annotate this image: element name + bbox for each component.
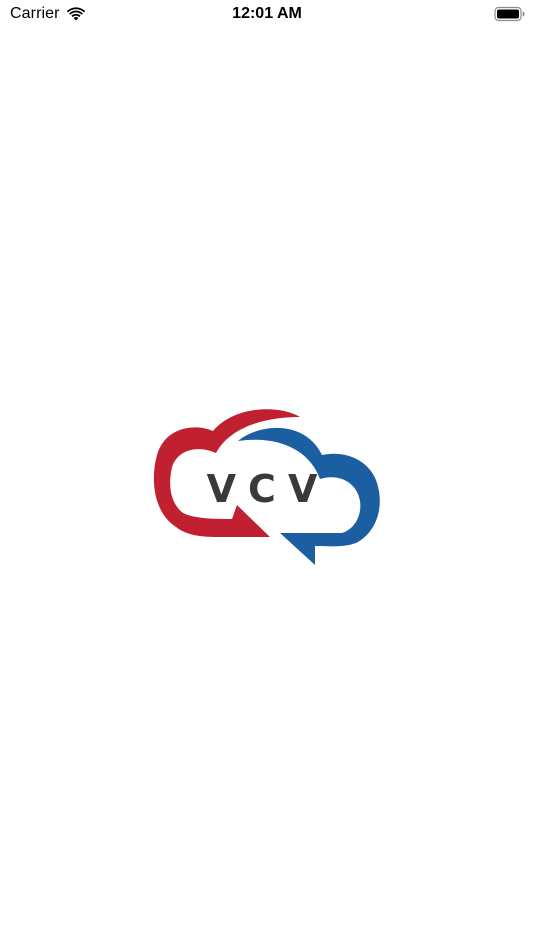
vcv-cloud-logo-icon: VCV	[153, 409, 380, 565]
status-bar: Carrier 12:01 AM	[0, 0, 534, 28]
splash-logo: VCV	[150, 405, 384, 570]
logo-text: VCV	[207, 467, 330, 511]
status-time: 12:01 AM	[232, 5, 302, 22]
battery-icon	[494, 6, 525, 22]
